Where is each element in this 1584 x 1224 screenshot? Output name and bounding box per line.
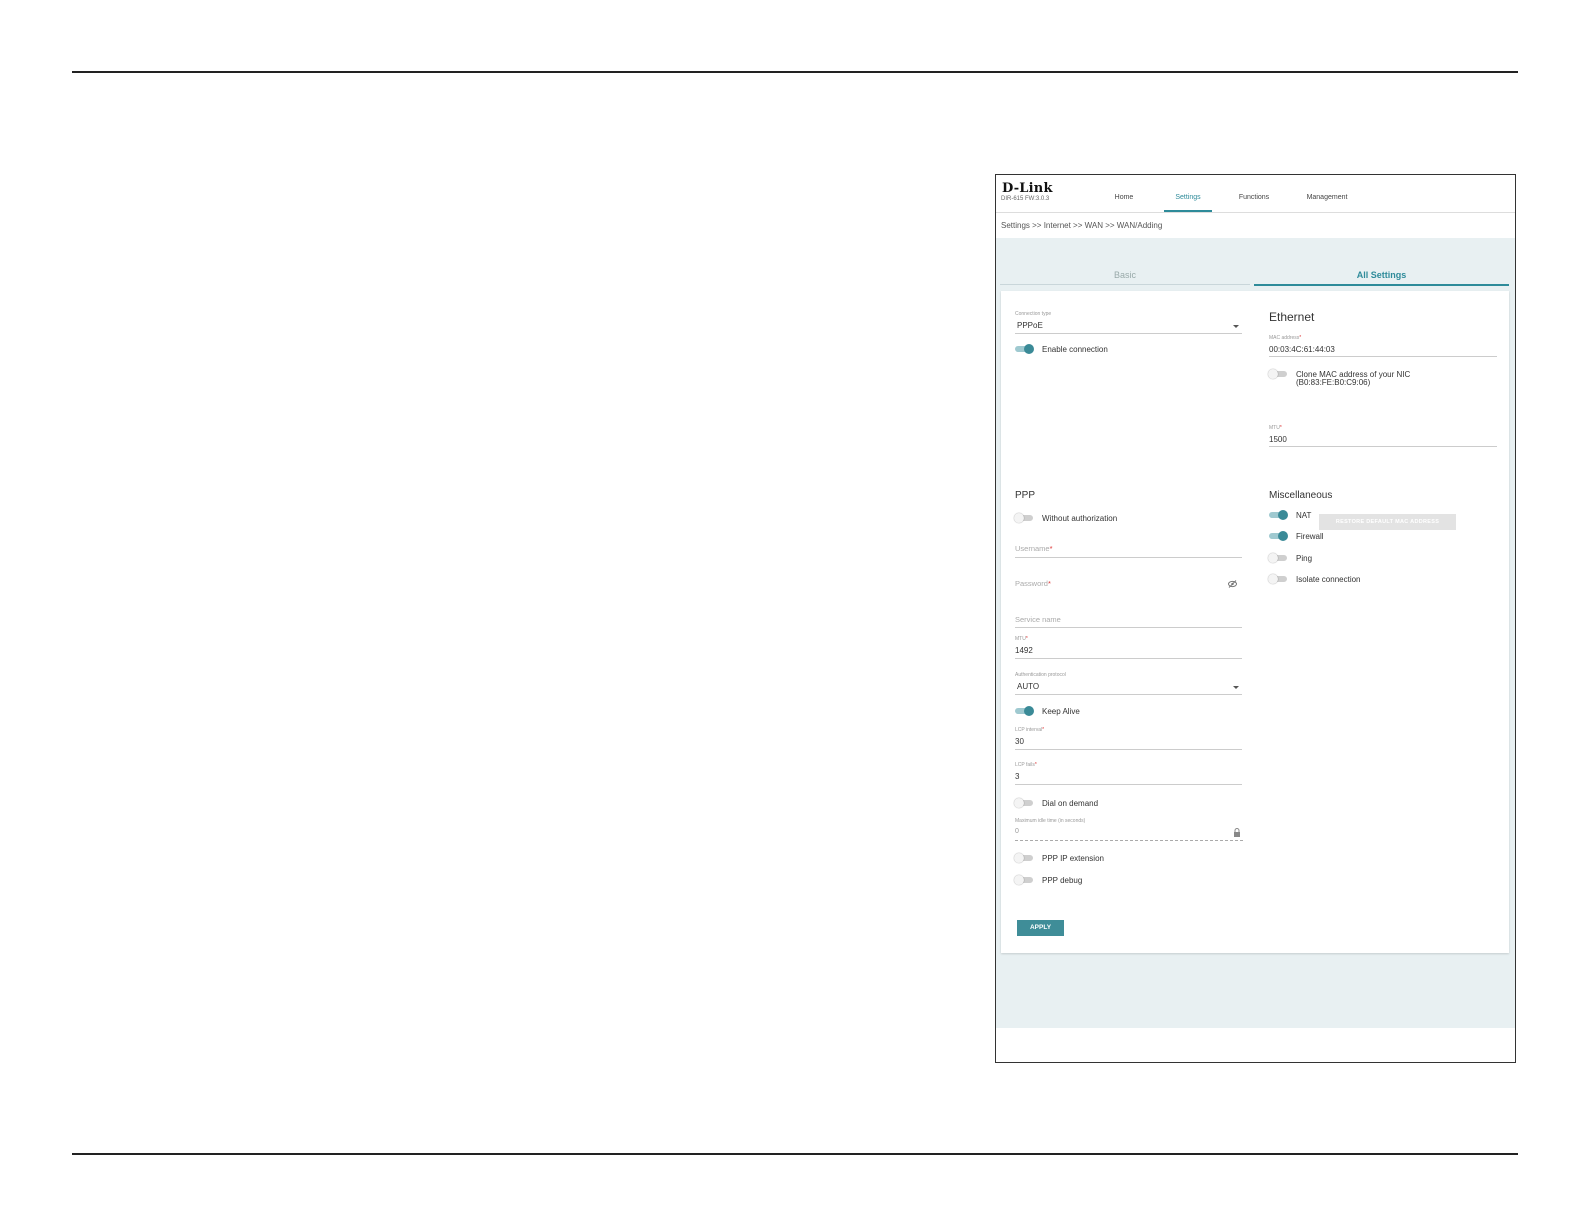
keep-alive-label: Keep Alive — [1042, 706, 1080, 716]
max-idle-time-value: 0 — [1015, 828, 1019, 835]
dial-on-demand-label: Dial on demand — [1042, 798, 1099, 808]
tab-all-settings[interactable]: All Settings — [1254, 266, 1509, 286]
password-placeholder: Password* — [1015, 579, 1051, 588]
connection-type-value: PPPoE — [1017, 321, 1043, 330]
lcp-interval-field[interactable]: LCP interval* 30 — [1015, 727, 1242, 750]
without-authorization-toggle[interactable]: Without authorization — [1014, 512, 1118, 524]
max-idle-time-label: Maximum idle time (in seconds) — [1015, 818, 1086, 824]
toggle-switch[interactable] — [1268, 574, 1287, 584]
nav-functions[interactable]: Functions — [1232, 175, 1276, 212]
max-idle-time-field[interactable]: Maximum idle time (in seconds) 0 — [1015, 818, 1243, 841]
chevron-down-icon — [1233, 325, 1239, 328]
ppp-title: PPP — [1015, 490, 1036, 501]
miscellaneous-title: Miscellaneous — [1269, 490, 1333, 501]
lcp-fails-label: LCP fails* — [1015, 762, 1037, 768]
ppp-debug-label: PPP debug — [1042, 875, 1083, 885]
ethernet-mtu-label: MTU* — [1269, 425, 1282, 431]
apply-button[interactable]: APPLY — [1017, 920, 1064, 936]
service-name-input[interactable]: Service name — [1015, 611, 1242, 628]
clone-mac-value: (B0:83:FE:B0:C9:06) — [1296, 378, 1371, 387]
authentication-protocol-label: Authentication protocol — [1015, 672, 1066, 678]
ppp-ip-extension-label: PPP IP extension — [1042, 853, 1104, 863]
authentication-protocol-select[interactable]: Authentication protocol AUTO — [1015, 672, 1242, 695]
ppp-ip-extension-toggle[interactable]: PPP IP extension — [1014, 852, 1104, 864]
enable-connection-toggle[interactable]: Enable connection — [1015, 343, 1108, 355]
password-input[interactable]: Password* — [1015, 577, 1242, 595]
ethernet-mtu-field[interactable]: MTU* 1500 — [1269, 425, 1497, 447]
toggle-switch[interactable] — [1269, 531, 1288, 541]
isolate-connection-toggle[interactable]: Isolate connection — [1268, 573, 1361, 585]
router-ui-screenshot: D-Link DIR-615 FW:3.0.3 Home Settings Fu… — [995, 174, 1516, 1063]
nat-toggle[interactable]: NAT — [1269, 509, 1311, 521]
service-name-placeholder: Service name — [1015, 615, 1061, 624]
ppp-mtu-field[interactable]: MTU* 1492 — [1015, 636, 1242, 659]
dial-on-demand-toggle[interactable]: Dial on demand — [1014, 797, 1099, 809]
model-version: DIR-615 FW:3.0.3 — [1001, 196, 1050, 202]
ppp-debug-toggle[interactable]: PPP debug — [1014, 874, 1083, 886]
nav-management[interactable]: Management — [1299, 175, 1355, 212]
toggle-switch[interactable] — [1014, 875, 1033, 885]
toggle-switch[interactable] — [1014, 798, 1033, 808]
top-header: D-Link DIR-615 FW:3.0.3 Home Settings Fu… — [996, 175, 1515, 213]
restore-default-mac-button[interactable]: RESTORE DEFAULT MAC ADDRESS — [1319, 514, 1456, 530]
bottom-rule — [72, 1153, 1518, 1155]
nat-label: NAT — [1296, 510, 1312, 520]
username-placeholder: Username* — [1015, 544, 1053, 553]
lcp-fails-value: 3 — [1015, 772, 1020, 781]
firewall-toggle[interactable]: Firewall — [1269, 530, 1324, 542]
without-authorization-label: Without authorization — [1042, 513, 1118, 523]
lcp-interval-value: 30 — [1015, 737, 1024, 746]
toggle-switch[interactable] — [1269, 510, 1288, 520]
toggle-switch[interactable] — [1268, 369, 1287, 379]
toggle-switch[interactable] — [1015, 344, 1034, 354]
mac-address-label: MAC address* — [1269, 335, 1302, 341]
ethernet-mtu-value: 1500 — [1269, 435, 1287, 444]
breadcrumb: Settings >> Internet >> WAN >> WAN/Addin… — [1001, 221, 1163, 230]
username-input[interactable]: Username* — [1015, 541, 1242, 558]
ppp-mtu-value: 1492 — [1015, 646, 1033, 655]
eye-slash-icon[interactable] — [1228, 580, 1237, 588]
top-rule — [72, 71, 1518, 73]
tab-basic[interactable]: Basic — [1000, 266, 1250, 285]
toggle-switch[interactable] — [1014, 853, 1033, 863]
settings-card: Connection type PPPoE Enable connection … — [1001, 291, 1509, 953]
toggle-switch[interactable] — [1268, 553, 1287, 563]
lcp-interval-label: LCP interval* — [1015, 727, 1045, 733]
ppp-mtu-label: MTU* — [1015, 636, 1028, 642]
connection-type-label: Connection type — [1015, 311, 1052, 317]
nav-settings[interactable]: Settings — [1164, 175, 1212, 212]
mac-address-value: 00:03:4C:61:44:03 — [1269, 345, 1335, 354]
ping-toggle[interactable]: Ping — [1268, 552, 1313, 564]
toggle-switch[interactable] — [1014, 513, 1033, 523]
keep-alive-toggle[interactable]: Keep Alive — [1015, 705, 1080, 717]
authentication-protocol-value: AUTO — [1017, 682, 1040, 691]
mac-address-field[interactable]: MAC address* 00:03:4C:61:44:03 — [1269, 335, 1497, 357]
ping-label: Ping — [1296, 553, 1313, 563]
lock-icon — [1234, 828, 1240, 837]
lcp-fails-field[interactable]: LCP fails* 3 — [1015, 762, 1242, 785]
enable-connection-label: Enable connection — [1042, 344, 1108, 354]
toggle-switch[interactable] — [1015, 706, 1034, 716]
dlink-logo: D-Link — [1002, 181, 1053, 196]
chevron-down-icon — [1233, 686, 1239, 689]
connection-type-select[interactable]: Connection type PPPoE — [1015, 311, 1242, 334]
nav-home[interactable]: Home — [1106, 175, 1142, 212]
ethernet-title: Ethernet — [1269, 310, 1315, 324]
isolate-connection-label: Isolate connection — [1296, 574, 1361, 584]
firewall-label: Firewall — [1296, 531, 1324, 541]
